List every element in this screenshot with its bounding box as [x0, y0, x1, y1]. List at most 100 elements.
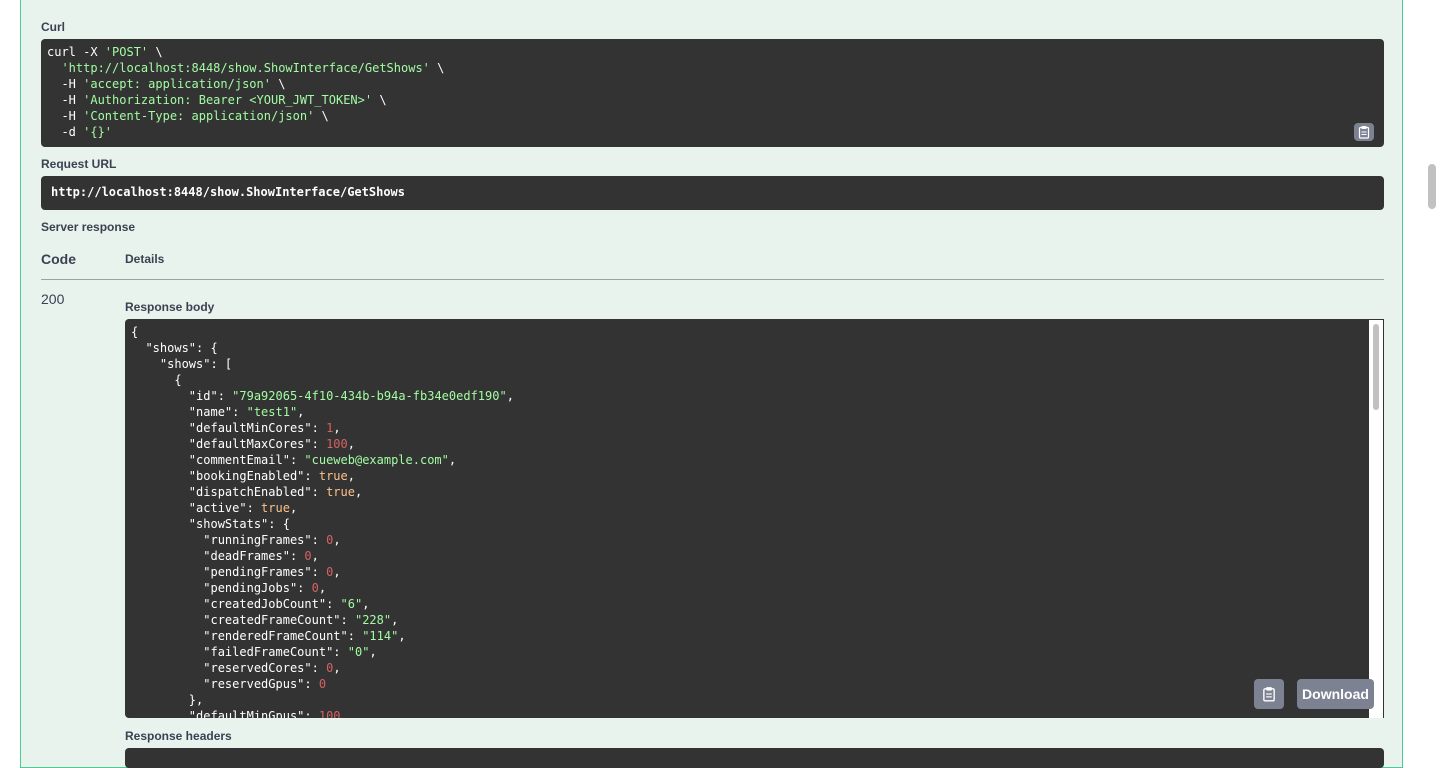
curl-token: 'POST' — [104, 45, 149, 59]
json-line: "pendingFrames": 0, — [131, 564, 341, 580]
json-token: "114" — [362, 629, 399, 643]
json-line: "defaultMinGpus": 100 — [131, 708, 341, 718]
curl-token: 'Content-Type: application/json' — [83, 109, 315, 123]
json-token: , — [369, 645, 377, 659]
curl-token: \ — [270, 77, 286, 91]
json-token: 100 — [326, 437, 348, 451]
json-line: "reservedGpus": 0 — [131, 676, 326, 692]
json-token: , — [391, 613, 399, 627]
json-token: "reservedGpus": — [131, 677, 319, 691]
response-status-code: 200 — [41, 291, 65, 307]
curl-token: 'Authorization: Bearer <YOUR_JWT_TOKEN>' — [83, 93, 373, 107]
curl-token: -H — [47, 77, 84, 91]
curl-token: curl -X — [47, 45, 105, 59]
json-token: "cueweb@example.com" — [304, 453, 449, 467]
json-token: "dispatchEnabled": — [131, 485, 327, 499]
json-token: { — [131, 373, 182, 387]
curl-token: 'http://localhost:8448/show.ShowInterfac… — [61, 61, 430, 75]
curl-code-block[interactable]: curl -X 'POST' \ 'http://localhost:8448/… — [41, 39, 1384, 147]
json-line: "failedFrameCount": "0", — [131, 644, 377, 660]
curl-line: -H 'accept: application/json' \ — [47, 76, 285, 92]
curl-token: \ — [148, 45, 163, 59]
json-line: "id": "79a92065-4f10-434b-b94a-fb34e0edf… — [131, 388, 514, 404]
request-url-text[interactable]: http://localhost:8448/show.ShowInterface… — [51, 185, 405, 199]
curl-label: Curl — [41, 20, 65, 34]
json-token: true — [326, 485, 355, 499]
json-token: , — [448, 453, 457, 467]
curl-token: -H — [47, 109, 84, 123]
json-token: , — [398, 629, 406, 643]
json-token: "deadFrames": — [131, 549, 305, 563]
json-token: "test1" — [246, 405, 298, 419]
json-line: "pendingJobs": 0, — [131, 580, 326, 596]
json-token: 0 — [311, 581, 319, 595]
details-column-header: Details — [125, 252, 165, 266]
json-token: , — [289, 501, 298, 515]
json-line: "bookingEnabled": true, — [131, 468, 355, 484]
json-token: "renderedFrameCount": — [131, 629, 363, 643]
json-token: , — [354, 485, 363, 499]
json-token: 100 — [318, 709, 341, 718]
json-token: "createdJobCount": — [131, 597, 341, 611]
curl-token: -H — [47, 93, 84, 107]
json-line: "active": true, — [131, 500, 297, 516]
curl-line: curl -X 'POST' \ — [47, 44, 163, 60]
response-body-scrollbar[interactable] — [1369, 320, 1383, 718]
curl-token: '{}' — [83, 125, 113, 139]
json-token: "6" — [340, 597, 363, 611]
json-token: 0 — [318, 677, 327, 691]
response-body-block[interactable]: { "shows": { "shows": [ { "id": "79a9206… — [125, 319, 1384, 718]
curl-token: \ — [429, 61, 445, 75]
curl-token: \ — [314, 109, 329, 123]
copy-response-button[interactable] — [1254, 679, 1284, 709]
json-token: "active": — [131, 501, 262, 515]
json-token: , — [347, 469, 355, 483]
table-divider — [41, 279, 1384, 280]
json-token: "0" — [347, 645, 370, 659]
json-line: "commentEmail": "cueweb@example.com", — [131, 452, 456, 468]
json-token: , — [333, 421, 341, 435]
json-token: , — [333, 565, 341, 579]
json-token: true — [261, 501, 290, 515]
response-body-label: Response body — [125, 300, 215, 314]
json-line: "defaultMaxCores": 100, — [131, 436, 355, 452]
json-token: , — [318, 581, 327, 595]
curl-token: \ — [372, 93, 387, 107]
curl-token: -d — [47, 125, 84, 139]
json-line: { — [131, 372, 182, 388]
json-token: "defaultMinCores": — [131, 421, 327, 435]
curl-line: -H 'Content-Type: application/json' \ — [47, 108, 329, 124]
response-headers-label: Response headers — [125, 729, 232, 743]
curl-line: 'http://localhost:8448/show.ShowInterfac… — [47, 60, 444, 76]
json-line: { — [131, 324, 138, 340]
json-token: "shows": { — [131, 341, 218, 355]
json-token: "showStats": { — [131, 517, 290, 531]
page-scrollbar-thumb[interactable] — [1428, 164, 1436, 209]
download-button[interactable]: Download — [1297, 679, 1374, 709]
json-token: , — [506, 389, 514, 403]
json-token: "name": — [131, 405, 247, 419]
json-line: }, — [131, 692, 203, 708]
json-line: "shows": { — [131, 340, 218, 356]
curl-line: -d '{}' — [47, 124, 112, 140]
json-line: "createdJobCount": "6", — [131, 596, 369, 612]
json-line: "runningFrames": 0, — [131, 532, 340, 548]
copy-curl-button[interactable] — [1354, 123, 1374, 141]
json-token: "failedFrameCount": — [131, 645, 348, 659]
json-line: "reservedCores": 0, — [131, 660, 340, 676]
response-body-scroll-thumb[interactable] — [1373, 324, 1379, 410]
json-line: "deadFrames": 0, — [131, 548, 319, 564]
json-token: "runningFrames": — [131, 533, 327, 547]
json-token: "79a92065-4f10-434b-b94a-fb34e0edf190" — [232, 389, 507, 403]
json-token: "pendingFrames": — [131, 565, 327, 579]
json-line: "dispatchEnabled": true, — [131, 484, 362, 500]
code-column-header: Code — [41, 251, 76, 267]
json-token: true — [318, 469, 348, 483]
clipboard-icon — [1263, 687, 1275, 702]
curl-token: 'accept: application/json' — [83, 77, 271, 91]
json-token: "pendingJobs": — [131, 581, 312, 595]
response-headers-block[interactable] — [125, 748, 1384, 768]
json-token: "bookingEnabled": — [131, 469, 319, 483]
request-url-block[interactable]: http://localhost:8448/show.ShowInterface… — [41, 176, 1384, 210]
json-line: "shows": [ — [131, 356, 232, 372]
